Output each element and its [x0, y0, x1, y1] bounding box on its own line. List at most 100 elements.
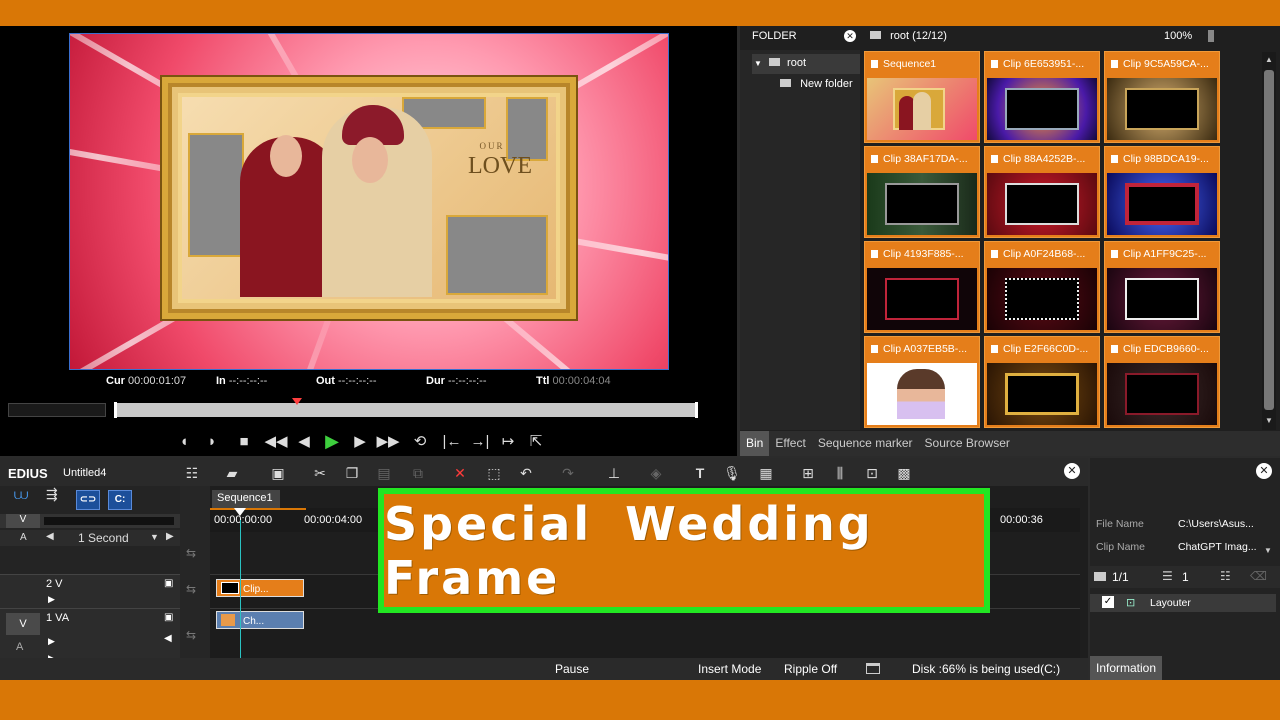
- bin-clip[interactable]: Clip 9C5A59CA-...: [1104, 51, 1220, 143]
- track-sync-icon[interactable]: ⩊: [14, 486, 28, 503]
- bin-clip[interactable]: Clip A1FF9C25-...: [1104, 241, 1220, 333]
- a-patch-label[interactable]: A: [20, 532, 27, 543]
- bin-window: FOLDER ✕ ▼ root New folder root (12/12) …: [740, 26, 1280, 456]
- multicam-icon[interactable]: ⊞: [798, 464, 818, 482]
- mixer-icon[interactable]: ◈: [646, 464, 666, 482]
- bin-clip[interactable]: Clip 88A4252B-...: [984, 146, 1100, 238]
- save-icon[interactable]: ▣: [268, 464, 288, 482]
- title-icon[interactable]: T: [690, 464, 710, 482]
- scroll-down-icon[interactable]: ▼: [1265, 416, 1273, 425]
- settings-grid-icon[interactable]: ▩: [894, 464, 914, 482]
- scale-left-arrow-icon[interactable]: ◀: [46, 531, 54, 542]
- position-bar[interactable]: [116, 403, 698, 417]
- copy-icon[interactable]: ❐: [342, 464, 362, 482]
- bin-clip[interactable]: Clip 98BDCA19-...: [1104, 146, 1220, 238]
- insert-mode-status[interactable]: Insert Mode: [698, 662, 761, 676]
- jog-slider[interactable]: [8, 403, 106, 417]
- rewind-icon[interactable]: ◀◀: [262, 430, 290, 452]
- step-back-icon[interactable]: ◀: [290, 430, 318, 452]
- track-expand-icon[interactable]: ▶: [48, 594, 55, 605]
- info-scroll-down-icon[interactable]: ▼: [1264, 546, 1272, 555]
- tab-effect[interactable]: Effect: [769, 431, 811, 456]
- tab-sequence1[interactable]: Sequence1: [212, 490, 280, 508]
- play-icon[interactable]: ▶: [318, 430, 346, 452]
- new-sequence-icon[interactable]: ☷: [182, 464, 202, 482]
- ripple-status[interactable]: Ripple Off: [784, 662, 837, 676]
- bin-clip[interactable]: Clip EDCB9660-...: [1104, 336, 1220, 428]
- go-to-out-icon[interactable]: →|: [466, 430, 494, 452]
- undo-icon[interactable]: ↶: [516, 464, 536, 482]
- delete-icon[interactable]: ✕: [450, 464, 470, 482]
- voiceover-icon[interactable]: 🎙: [722, 464, 742, 482]
- bin-clip[interactable]: Clip 38AF17DA-...: [864, 146, 980, 238]
- step-forward-icon[interactable]: ▶: [346, 430, 374, 452]
- group-mode-button[interactable]: C:: [108, 490, 132, 510]
- list-view-icon[interactable]: ☷: [1220, 569, 1231, 583]
- tab-bin[interactable]: Bin: [740, 431, 770, 456]
- export-icon[interactable]: ⇱: [522, 430, 550, 452]
- tree-item-new-folder[interactable]: New folder: [780, 78, 853, 90]
- timeline-clip-1va[interactable]: Ch...: [216, 611, 304, 629]
- bin-clip[interactable]: Clip A037EB5B-...: [864, 336, 980, 428]
- fast-forward-icon[interactable]: ▶▶: [374, 430, 402, 452]
- link-mode-button[interactable]: ⊂⊃: [76, 490, 100, 510]
- scale-value[interactable]: 1 Second: [78, 531, 129, 545]
- preview-playhead[interactable]: [292, 398, 302, 405]
- track-1va-patch[interactable]: V: [6, 613, 40, 635]
- sync-lock-icon[interactable]: ⇆: [186, 582, 196, 596]
- timeline-clip-2v[interactable]: Clip...: [216, 579, 304, 597]
- video-mute-icon[interactable]: ▣: [164, 578, 173, 589]
- cut-icon[interactable]: ✂: [310, 464, 330, 482]
- v-patch-label[interactable]: V: [6, 514, 40, 528]
- zoom-slider[interactable]: [1208, 30, 1214, 42]
- bin-clip[interactable]: Clip A0F24B68-...: [984, 241, 1100, 333]
- track-expand-icon[interactable]: ▶: [48, 636, 55, 647]
- track-2v-header[interactable]: 2 V ▶ ▣: [0, 574, 180, 608]
- timeline-playhead-handle[interactable]: [234, 508, 246, 516]
- tree-item-root[interactable]: ▼ root: [752, 54, 860, 74]
- audio-patch-label[interactable]: A: [16, 641, 23, 653]
- redo-icon[interactable]: ↷: [558, 464, 578, 482]
- open-project-icon[interactable]: ▰: [222, 464, 242, 482]
- scrub-bar[interactable]: [8, 398, 698, 418]
- bin-clip[interactable]: Clip 4193F885-...: [864, 241, 980, 333]
- insert-to-timeline-icon[interactable]: ↦: [494, 430, 522, 452]
- bin-scroll-thumb[interactable]: [1264, 70, 1274, 410]
- effect-row-layouter[interactable]: ✓ ⊡ Layouter: [1090, 594, 1276, 612]
- paste-insert-icon[interactable]: ⧉: [408, 464, 428, 482]
- tab-source-browser[interactable]: Source Browser: [919, 431, 1016, 456]
- render-icon[interactable]: ▦: [756, 464, 776, 482]
- expand-arrow-icon[interactable]: ▼: [754, 59, 762, 68]
- video-mute-icon[interactable]: ▣: [164, 612, 173, 623]
- tab-information[interactable]: Information: [1090, 656, 1162, 680]
- bin-scrollbar[interactable]: ▲ ▼: [1262, 52, 1276, 430]
- checkbox-checked-icon[interactable]: ✓: [1102, 596, 1114, 608]
- monitor-icon[interactable]: [866, 663, 880, 674]
- timeline-close-icon[interactable]: ✕: [1064, 463, 1080, 479]
- audio-mute-icon[interactable]: ◀: [164, 633, 172, 644]
- audio-mixer-icon[interactable]: ⫼: [830, 464, 850, 482]
- scroll-up-icon[interactable]: ▲: [1265, 55, 1273, 64]
- sync-lock-icon[interactable]: ⇆: [186, 628, 196, 642]
- paste-icon[interactable]: ▤: [374, 464, 394, 482]
- stop-icon[interactable]: ■: [226, 430, 262, 452]
- bin-clip[interactable]: Clip E2F66C0D-...: [984, 336, 1100, 428]
- scale-right-arrow-icon[interactable]: ▶: [166, 531, 174, 542]
- capture-icon[interactable]: ⊡: [862, 464, 882, 482]
- info-close-icon[interactable]: ✕: [1256, 463, 1272, 479]
- folder-close-icon[interactable]: ✕: [844, 30, 856, 42]
- tab-sequence-marker[interactable]: Sequence marker: [812, 431, 919, 456]
- set-marker-icon[interactable]: ⊥: [604, 464, 624, 482]
- scale-dropdown-icon[interactable]: ▼: [150, 532, 159, 542]
- mark-in-icon[interactable]: ◖: [170, 430, 198, 452]
- bin-clip[interactable]: Sequence1: [864, 51, 980, 143]
- mark-out-icon[interactable]: ◗: [198, 430, 226, 452]
- scale-slider[interactable]: [44, 517, 174, 525]
- bin-clip[interactable]: Clip 6E653951-...: [984, 51, 1100, 143]
- loop-icon[interactable]: ⟲: [402, 430, 438, 452]
- track-lock-icon[interactable]: ⇶: [46, 486, 58, 503]
- go-to-in-icon[interactable]: |←: [438, 430, 466, 452]
- sync-lock-icon[interactable]: ⇆: [186, 546, 196, 560]
- trash-icon[interactable]: ⌫: [1250, 569, 1267, 583]
- ripple-delete-icon[interactable]: ⬚: [484, 464, 504, 482]
